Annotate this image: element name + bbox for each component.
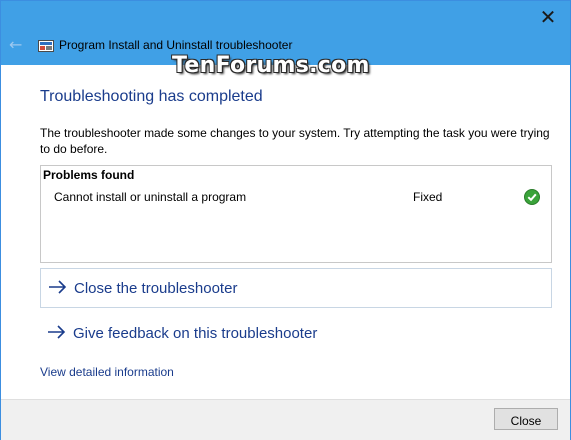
troubleshooter-app-icon [38, 40, 54, 52]
watermark-logo: TenForums.com [172, 53, 370, 78]
problems-found-header: Problems found [43, 168, 135, 182]
give-feedback-link[interactable]: Give feedback on this troubleshooter [40, 314, 550, 352]
close-troubleshooter-label: Close the troubleshooter [74, 280, 238, 297]
view-detailed-information-link[interactable]: View detailed information [40, 365, 174, 379]
title-bar: ✕ ← Program Install and Uninstall troubl… [1, 1, 570, 78]
back-arrow-icon[interactable]: ← [9, 36, 25, 54]
close-button[interactable]: Close [494, 408, 558, 430]
page-title: Troubleshooting has completed [40, 88, 263, 105]
status-description: The troubleshooter made some changes to … [40, 126, 550, 156]
close-icon[interactable]: ✕ [532, 4, 564, 30]
arrow-right-icon [48, 325, 66, 339]
problem-name: Cannot install or uninstall a program [54, 190, 247, 204]
arrow-right-icon [49, 280, 67, 294]
close-troubleshooter-link[interactable]: Close the troubleshooter [40, 268, 552, 308]
give-feedback-label: Give feedback on this troubleshooter [73, 325, 318, 342]
troubleshooter-window: ✕ ← Program Install and Uninstall troubl… [0, 0, 571, 440]
footer-bar: Close [1, 399, 570, 440]
problems-found-panel: Problems found Cannot install or uninsta… [40, 165, 552, 263]
green-check-icon [524, 189, 540, 205]
window-title: Program Install and Uninstall troublesho… [59, 38, 293, 52]
problem-status: Fixed [413, 190, 443, 204]
